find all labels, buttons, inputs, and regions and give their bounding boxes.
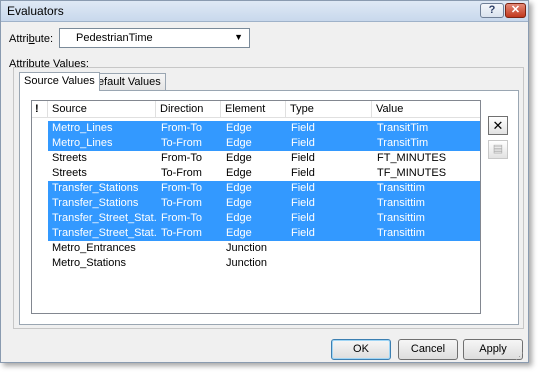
- cell-element: Edge: [226, 197, 252, 209]
- apply-button[interactable]: Apply: [463, 339, 523, 360]
- cell-source: Streets: [52, 152, 87, 164]
- cell-direction: To-From: [161, 137, 202, 149]
- close-button[interactable]: ✕: [505, 3, 526, 18]
- cell-element: Edge: [226, 122, 252, 134]
- cell-value: TransitTim: [377, 137, 429, 149]
- column-header-warning[interactable]: !: [32, 101, 48, 118]
- cell-type: Field: [291, 227, 315, 239]
- table-row[interactable]: Transfer_Stations To-From Edge Field Transit…: [48, 196, 480, 211]
- cell-element: Edge: [226, 212, 252, 224]
- cell-type: Field: [291, 137, 315, 149]
- cell-element: Edge: [226, 227, 252, 239]
- cell-value: Transittim: [377, 182, 425, 194]
- cancel-button[interactable]: Cancel: [398, 339, 458, 360]
- cell-value: TransitTim: [377, 122, 429, 134]
- cell-value: FT_MINUTES: [377, 152, 447, 164]
- delete-evaluator-button[interactable]: ✕: [488, 116, 508, 135]
- cell-source: Metro_Lines: [52, 137, 113, 149]
- evaluators-dialog: Evaluators ? ✕ Attribute: PedestrianTime…: [0, 0, 529, 363]
- cell-type: Field: [291, 152, 315, 164]
- cell-element: Edge: [226, 152, 252, 164]
- table-row[interactable]: Metro_Stations Junction: [48, 256, 480, 271]
- column-header-type[interactable]: Type: [286, 101, 372, 118]
- table-row[interactable]: Transfer_Street_Stat... From-To Edge Field T…: [48, 211, 480, 226]
- cell-source: Transfer_Stations: [52, 182, 139, 194]
- ok-button[interactable]: OK: [331, 339, 391, 360]
- cell-type: Field: [291, 182, 315, 194]
- table-row[interactable]: Transfer_Stations From-To Edge Field Transit…: [48, 181, 480, 196]
- attribute-label-prefix: Attri: [9, 33, 29, 45]
- cell-element: Edge: [226, 167, 252, 179]
- resize-grip-icon[interactable]: ⋰: [515, 351, 524, 362]
- evaluator-properties-button[interactable]: ▤: [488, 140, 508, 159]
- chevron-down-icon: ▼: [234, 32, 243, 42]
- table-row[interactable]: Metro_Lines To-From Edge Field TransitTim: [48, 136, 480, 151]
- cell-element: Junction: [226, 242, 267, 254]
- cell-source: Transfer_Street_Stat...: [52, 227, 156, 239]
- cell-value: Transittim: [377, 212, 425, 224]
- close-icon: ✕: [492, 118, 504, 133]
- cell-source: Metro_Stations: [52, 257, 126, 269]
- cell-element: Junction: [226, 257, 267, 269]
- cell-direction: To-From: [161, 197, 202, 209]
- cell-source: Metro_Lines: [52, 122, 113, 134]
- cell-value: TF_MINUTES: [377, 167, 447, 179]
- attribute-select[interactable]: PedestrianTime ▼: [59, 28, 250, 48]
- table-row[interactable]: Streets To-From Edge Field TF_MINUTES: [48, 166, 480, 181]
- column-header-value[interactable]: Value: [372, 101, 480, 118]
- cell-direction: From-To: [161, 182, 202, 194]
- properties-icon: ▤: [492, 143, 504, 155]
- column-header-direction[interactable]: Direction: [156, 101, 221, 118]
- cell-direction: To-From: [161, 227, 202, 239]
- cell-type: Field: [291, 212, 315, 224]
- table-row[interactable]: Metro_Entrances Junction: [48, 241, 480, 256]
- attribute-label: Attribute:: [9, 33, 53, 45]
- cell-source: Streets: [52, 167, 87, 179]
- table-row[interactable]: Metro_Lines From-To Edge Field TransitTim: [48, 121, 480, 136]
- cell-value: Transittim: [377, 227, 425, 239]
- cell-element: Edge: [226, 137, 252, 149]
- cell-type: Field: [291, 122, 315, 134]
- cell-direction: From-To: [161, 122, 202, 134]
- cell-direction: To-From: [161, 167, 202, 179]
- table-row[interactable]: Streets From-To Edge Field FT_MINUTES: [48, 151, 480, 166]
- attribute-label-suffix: ute:: [34, 33, 54, 45]
- window-title: Evaluators: [7, 4, 64, 18]
- cell-direction: From-To: [161, 212, 202, 224]
- help-button[interactable]: ?: [480, 3, 504, 18]
- cell-source: Transfer_Stations: [52, 197, 139, 209]
- column-header-source[interactable]: Source: [48, 101, 156, 118]
- cell-source: Metro_Entrances: [52, 242, 136, 254]
- cell-direction: From-To: [161, 152, 202, 164]
- evaluators-list[interactable]: ! Source Direction Element Type Value Me…: [31, 100, 481, 314]
- cell-value: Transittim: [377, 197, 425, 209]
- column-header-element[interactable]: Element: [221, 101, 286, 118]
- table-row[interactable]: Transfer_Street_Stat... To-From Edge Field T…: [48, 226, 480, 241]
- cell-type: Field: [291, 197, 315, 209]
- cell-type: Field: [291, 167, 315, 179]
- title-bar: Evaluators ? ✕: [1, 1, 528, 22]
- cell-source: Transfer_Street_Stat...: [52, 212, 156, 224]
- cell-element: Edge: [226, 182, 252, 194]
- attribute-select-value: PedestrianTime: [76, 32, 153, 44]
- tab-source-values[interactable]: Source Values: [19, 72, 100, 91]
